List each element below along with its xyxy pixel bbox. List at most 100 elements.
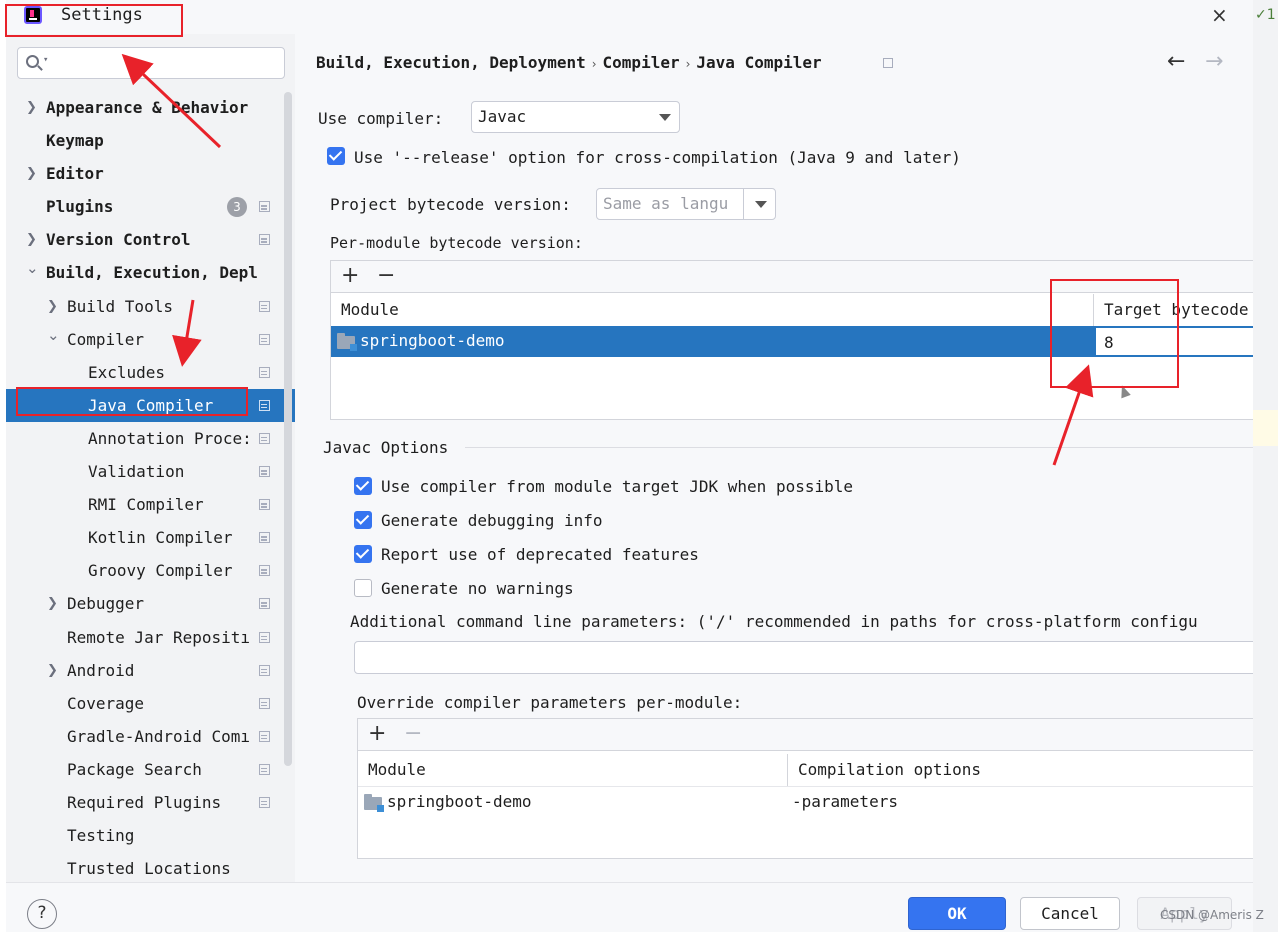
chevron-down-icon[interactable]: ⌄ (47, 323, 60, 352)
release-option-checkbox[interactable] (327, 147, 345, 165)
sidebar-item-label: Android (67, 660, 135, 680)
sidebar-scrollbar[interactable] (284, 92, 292, 766)
close-icon[interactable]: × (1211, 3, 1228, 27)
sidebar-item-label: Build, Execution, Depl (46, 263, 258, 283)
column-header-compilation-options[interactable]: Compilation options (788, 754, 1253, 786)
sidebar-item-rmi-compiler[interactable]: RMI Compiler (6, 488, 284, 521)
no-warnings-checkbox[interactable] (354, 579, 372, 597)
per-module-bytecode-table: + − Module Target bytecode springboot-de… (330, 260, 1253, 420)
sidebar-item-remote-jar-reposit[interactable]: Remote Jar Repositı (6, 621, 284, 654)
back-arrow-icon[interactable]: ← (1167, 49, 1185, 74)
sidebar-item-keymap[interactable]: Keymap (6, 124, 284, 157)
additional-params-input[interactable] (354, 641, 1253, 674)
project-level-icon (259, 499, 270, 511)
sidebar-item-version-control[interactable]: ❯ Version Control (6, 223, 284, 256)
section-divider (465, 447, 1253, 448)
edge-highlight (1253, 410, 1278, 446)
sidebar-item-plugins[interactable]: Plugins 3 (6, 190, 284, 223)
sidebar-item-groovy-compiler[interactable]: Groovy Compiler (6, 554, 284, 587)
use-module-jdk-checkbox[interactable] (354, 477, 372, 495)
sidebar-item-kotlin-compiler[interactable]: Kotlin Compiler (6, 521, 284, 554)
add-icon[interactable]: + (368, 721, 386, 746)
sidebar-item-label: Kotlin Compiler (88, 528, 233, 548)
chevron-right-icon[interactable]: ❯ (26, 223, 37, 256)
sidebar-item-required-plugins[interactable]: Required Plugins (6, 786, 284, 819)
generate-debug-info-checkbox[interactable] (354, 511, 372, 529)
sidebar-item-editor[interactable]: ❯ Editor (6, 157, 284, 190)
sidebar-item-label: Validation (88, 462, 185, 482)
add-icon[interactable]: + (341, 263, 359, 288)
sidebar-item-excludes[interactable]: Excludes (6, 356, 284, 389)
project-level-icon (259, 631, 270, 643)
dropdown-arrow-icon (755, 201, 767, 208)
column-header-module[interactable]: Module (358, 754, 788, 786)
intellij-logo-icon (24, 6, 42, 24)
sidebar-item-build-execution-depl[interactable]: ⌄ Build, Execution, Depl (6, 256, 284, 289)
search-history-caret-icon[interactable]: ▾ (43, 55, 48, 65)
chevron-right-icon[interactable]: ❯ (47, 290, 58, 323)
search-input[interactable]: ▾ (17, 47, 285, 79)
per-module-label: Per-module bytecode version: (330, 234, 583, 252)
table-toolbar: + − (331, 261, 1253, 293)
module-folder-icon (337, 333, 357, 351)
sidebar-item-validation[interactable]: Validation (6, 455, 284, 488)
project-level-icon (259, 697, 270, 709)
project-level-icon (259, 796, 270, 808)
sidebar-item-coverage[interactable]: Coverage (6, 687, 284, 720)
report-deprecated-checkbox[interactable] (354, 545, 372, 563)
search-icon (26, 55, 39, 68)
sidebar-item-java-compiler[interactable]: Java Compiler (6, 388, 295, 422)
sidebar-item-compiler[interactable]: ⌄ Compiler (6, 323, 284, 356)
help-icon[interactable]: ? (27, 899, 57, 929)
sidebar-item-appearance-behavior[interactable]: ❯ Appearance & Behavior (6, 91, 284, 124)
sidebar-item-testing[interactable]: Testing (6, 819, 284, 852)
sidebar-item-android[interactable]: ❯ Android (6, 654, 284, 687)
project-level-icon (259, 565, 270, 577)
remove-icon[interactable]: − (377, 263, 395, 288)
compilation-options-value: -parameters (792, 792, 898, 811)
sidebar-item-label: Excludes (88, 362, 166, 382)
edge-fragment-label: 1 (1266, 7, 1276, 23)
breadcrumb-item: Build, Execution, Deployment (316, 53, 586, 72)
generate-debug-info-label: Generate debugging info (381, 511, 603, 530)
remove-icon[interactable]: − (404, 721, 422, 746)
target-bytecode-input[interactable]: 8 (1094, 326, 1253, 357)
override-params-label: Override compiler parameters per-module: (357, 693, 743, 712)
sidebar-item-build-tools[interactable]: ❯ Build Tools (6, 290, 284, 323)
dialog-button-bar: ? OK Cancel Apply (6, 882, 1253, 932)
chevron-right-icon[interactable]: ❯ (47, 587, 58, 620)
sidebar-item-annotation-proce[interactable]: Annotation Proce: (6, 422, 284, 455)
breadcrumb: Build, Execution, Deployment › Compiler › Ja… (316, 53, 822, 72)
sidebar-item-trusted-locations[interactable]: Trusted Locations (6, 852, 284, 885)
column-header-target-bytecode[interactable]: Target bytecode (1094, 294, 1253, 326)
project-bytecode-dropdown[interactable]: Same as langu (596, 188, 776, 220)
project-level-icon (259, 333, 270, 345)
sidebar-item-label: RMI Compiler (88, 495, 204, 515)
sidebar-item-label: Gradle-Android Comı (67, 726, 251, 746)
sidebar-item-package-search[interactable]: Package Search (6, 753, 284, 786)
forward-arrow-icon[interactable]: → (1205, 49, 1223, 74)
project-bytecode-label: Project bytecode version: (330, 195, 571, 214)
sidebar-item-gradle-android-com[interactable]: Gradle-Android Comı (6, 720, 284, 753)
sidebar-item-debugger[interactable]: ❯ Debugger (6, 587, 284, 620)
project-level-icon (259, 598, 270, 610)
cancel-button[interactable]: Cancel (1020, 897, 1120, 930)
use-compiler-dropdown[interactable]: Javac (471, 101, 680, 133)
project-level-icon (259, 201, 270, 213)
breadcrumb-item: Compiler (602, 53, 680, 72)
chevron-right-icon[interactable]: ❯ (47, 654, 58, 687)
chevron-right-icon[interactable]: ❯ (26, 157, 37, 190)
table-row[interactable]: springboot-demo (331, 326, 1094, 357)
ok-button[interactable]: OK (908, 897, 1006, 930)
override-params-table: + − Module Compilation options springboo… (357, 718, 1253, 859)
sidebar-item-label: Editor (46, 164, 104, 184)
table-row[interactable]: springboot-demo -parameters (358, 786, 1253, 817)
report-deprecated-label: Report use of deprecated features (381, 545, 699, 564)
mouse-cursor-icon (1117, 383, 1131, 399)
chevron-down-icon[interactable]: ⌄ (26, 256, 39, 285)
sidebar-item-label: Version Control (46, 230, 191, 250)
chevron-right-icon[interactable]: ❯ (26, 91, 37, 124)
dropdown-arrow-icon (659, 114, 671, 121)
no-warnings-label: Generate no warnings (381, 579, 574, 598)
column-header-module[interactable]: Module (331, 294, 1094, 326)
